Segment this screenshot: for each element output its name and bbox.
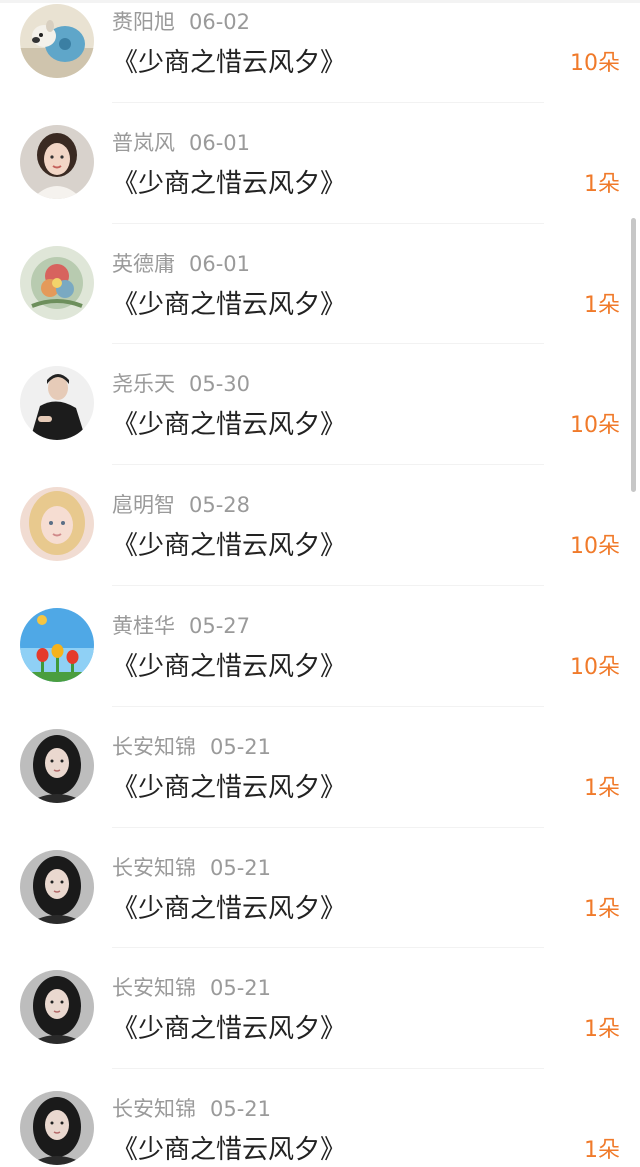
- flower-art-avatar-icon: [20, 245, 94, 320]
- record-meta: 黄桂华 05-27: [112, 612, 250, 640]
- book-title[interactable]: 《少商之惜云风夕》: [112, 288, 346, 322]
- dog-avatar-icon: [20, 4, 94, 78]
- record-date: 05-21: [210, 855, 272, 880]
- user-name[interactable]: 英德庸: [112, 252, 175, 276]
- gift-record-row[interactable]: 长安知锦 05-21 《少商之惜云风夕》 1朵: [0, 1069, 640, 1167]
- record-date: 05-21: [210, 1097, 272, 1122]
- record-date: 06-01: [189, 251, 251, 276]
- record-meta: 长安知锦 05-21: [112, 733, 271, 761]
- user-name[interactable]: 长安知锦: [112, 856, 196, 880]
- woman-avatar-icon: [20, 124, 94, 199]
- man-avatar-icon: [20, 366, 94, 441]
- avatar[interactable]: [20, 124, 94, 199]
- user-name[interactable]: 普岚风: [112, 131, 175, 155]
- gift-count: 10朵: [570, 654, 620, 680]
- record-meta: 普岚风 06-01: [112, 129, 250, 157]
- record-date: 05-30: [189, 372, 251, 397]
- gift-count: 1朵: [584, 292, 620, 318]
- gift-count: 1朵: [584, 171, 620, 197]
- book-title[interactable]: 《少商之惜云风夕》: [112, 46, 346, 80]
- gift-record-row[interactable]: 长安知锦 05-21 《少商之惜云风夕》 1朵: [0, 948, 640, 1070]
- book-title[interactable]: 《少商之惜云风夕》: [112, 1012, 346, 1046]
- scrollbar[interactable]: [631, 218, 636, 492]
- record-meta: 尧乐天 05-30: [112, 370, 250, 398]
- gift-record-list: 赉阳旭 06-02 《少商之惜云风夕》 10朵 普岚风 06-01 《少商之惜云风夕》 1朵英…: [0, 0, 640, 1167]
- record-meta: 长安知锦 05-21: [112, 974, 271, 1002]
- record-date: 06-02: [189, 10, 251, 34]
- gift-record-screen: 赉阳旭 06-02 《少商之惜云风夕》 10朵 普岚风 06-01 《少商之惜云风夕》 1朵英…: [0, 0, 640, 1167]
- gift-record-row[interactable]: 尧乐天 05-30 《少商之惜云风夕》 10朵: [0, 344, 640, 466]
- gift-count: 10朵: [570, 413, 620, 439]
- girl-avatar-icon: [20, 1091, 94, 1166]
- gift-count: 1朵: [584, 775, 620, 801]
- user-name[interactable]: 赉阳旭: [112, 10, 175, 34]
- avatar[interactable]: [20, 728, 94, 803]
- gift-record-row[interactable]: 黄桂华 05-27 《少商之惜云风夕》 10朵: [0, 586, 640, 707]
- user-name[interactable]: 长安知锦: [112, 1097, 196, 1121]
- gift-count: 1朵: [584, 1017, 620, 1043]
- tulips-avatar-icon: [20, 607, 94, 682]
- avatar[interactable]: [20, 4, 94, 78]
- avatar[interactable]: [20, 849, 94, 924]
- book-title[interactable]: 《少商之惜云风夕》: [112, 650, 346, 684]
- user-name[interactable]: 扈明智: [112, 493, 175, 517]
- gift-record-row[interactable]: 扈明智 05-28 《少商之惜云风夕》 10朵: [0, 465, 640, 586]
- user-name[interactable]: 长安知锦: [112, 735, 196, 759]
- record-meta: 扈明智 05-28: [112, 491, 250, 519]
- book-title[interactable]: 《少商之惜云风夕》: [112, 167, 346, 201]
- record-date: 05-21: [210, 734, 272, 759]
- gift-count: 10朵: [570, 51, 620, 76]
- record-meta: 长安知锦 05-21: [112, 854, 271, 882]
- book-title[interactable]: 《少商之惜云风夕》: [112, 771, 346, 805]
- gift-record-row[interactable]: 普岚风 06-01 《少商之惜云风夕》 1朵: [0, 103, 640, 224]
- record-meta: 赉阳旭 06-02: [112, 8, 250, 36]
- girl-avatar-icon: [20, 849, 94, 924]
- girl-avatar-icon: [20, 728, 94, 803]
- record-meta: 长安知锦 05-21: [112, 1095, 271, 1123]
- gift-count: 10朵: [570, 534, 620, 560]
- user-name[interactable]: 黄桂华: [112, 614, 175, 638]
- gift-record-row[interactable]: 英德庸 06-01 《少商之惜云风夕》 1朵: [0, 224, 640, 345]
- book-title[interactable]: 《少商之惜云风夕》: [112, 1133, 346, 1167]
- record-date: 05-28: [189, 493, 251, 518]
- avatar[interactable]: [20, 1091, 94, 1166]
- record-date: 05-21: [210, 976, 272, 1001]
- avatar[interactable]: [20, 245, 94, 320]
- girl-avatar-icon: [20, 970, 94, 1045]
- record-date: 05-27: [189, 613, 251, 638]
- book-title[interactable]: 《少商之惜云风夕》: [112, 892, 346, 926]
- book-title[interactable]: 《少商之惜云风夕》: [112, 529, 346, 563]
- blonde-child-avatar-icon: [20, 487, 94, 562]
- avatar[interactable]: [20, 607, 94, 682]
- user-name[interactable]: 尧乐天: [112, 372, 175, 396]
- gift-record-row[interactable]: 赉阳旭 06-02 《少商之惜云风夕》 10朵: [0, 0, 640, 103]
- avatar[interactable]: [20, 970, 94, 1045]
- user-name[interactable]: 长安知锦: [112, 976, 196, 1000]
- avatar[interactable]: [20, 487, 94, 562]
- record-meta: 英德庸 06-01: [112, 250, 250, 278]
- book-title[interactable]: 《少商之惜云风夕》: [112, 408, 346, 442]
- gift-record-row[interactable]: 长安知锦 05-21 《少商之惜云风夕》 1朵: [0, 828, 640, 949]
- avatar[interactable]: [20, 366, 94, 441]
- record-date: 06-01: [189, 130, 251, 155]
- gift-record-row[interactable]: 长安知锦 05-21 《少商之惜云风夕》 1朵: [0, 707, 640, 828]
- gift-count: 1朵: [584, 896, 620, 922]
- gift-count: 1朵: [584, 1138, 620, 1164]
